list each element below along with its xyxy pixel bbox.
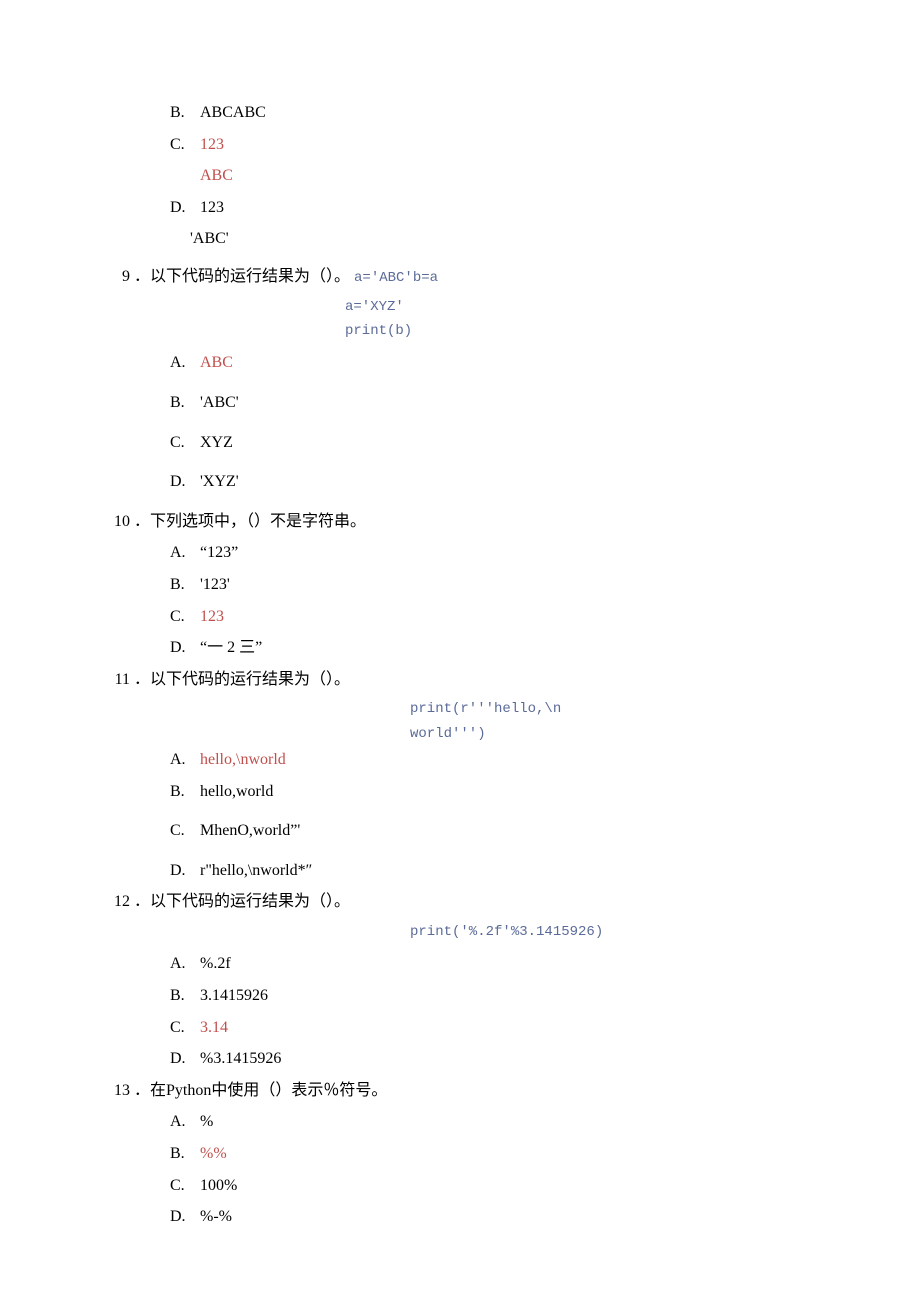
question-number: 10 [90, 509, 130, 535]
q11: 11 ．以下代码的运行结果为（）。 [90, 667, 830, 693]
q13-option-c: C. 100% [170, 1173, 830, 1199]
stem-text: ．以下代码的运行结果为（）。 [134, 264, 350, 290]
option-letter: C. [170, 818, 200, 844]
option-letter: B. [170, 100, 200, 126]
q13-option-d: D. %-% [170, 1204, 830, 1230]
option-text: 3.14 [200, 1015, 830, 1041]
q12-option-a: A. %.2f [170, 951, 830, 977]
q11-option-b: B. hello,world [170, 779, 830, 805]
option-letter: C. [170, 132, 200, 158]
q13-option-b: B. %% [170, 1141, 830, 1167]
option-text: XYZ [200, 430, 830, 456]
q10-option-d: D. “一 2 三” [170, 635, 830, 661]
q9: 9 ．以下代码的运行结果为（）。 a='ABC'b=a [90, 264, 830, 290]
option-letter: A. [170, 1109, 200, 1135]
q9-option-a: A. ABC [170, 350, 830, 376]
option-text: 123 [200, 604, 830, 630]
option-letter: A. [170, 747, 200, 773]
question-number: 9 [90, 264, 130, 290]
q13-option-a: A. % [170, 1109, 830, 1135]
option-text: “123” [200, 540, 830, 566]
option-letter: D. [170, 635, 200, 661]
option-letter: B. [170, 572, 200, 598]
option-letter: C. [170, 1173, 200, 1199]
q11-option-a: A. hello,\nworld [170, 747, 830, 773]
q12-code-line1: print('%.2f'%3.1415926) [410, 921, 830, 943]
question-number: 11 [90, 667, 130, 693]
option-text: ABCABC [200, 100, 830, 126]
question-stem: ．以下代码的运行结果为（）。 [134, 667, 830, 693]
q8-option-d-line2: 'ABC' [190, 226, 830, 252]
q8-option-b: B. ABCABC [170, 100, 830, 126]
question-stem: ．以下代码的运行结果为（）。 a='ABC'b=a [134, 264, 830, 290]
q12: 12 ．以下代码的运行结果为（）。 [90, 889, 830, 915]
q10-option-a: A. “123” [170, 540, 830, 566]
question-stem: ．在Python中使用（）表示％符号。 [134, 1078, 830, 1104]
q12-option-b: B. 3.1415926 [170, 983, 830, 1009]
option-text: %-% [200, 1204, 830, 1230]
option-letter: D. [170, 469, 200, 495]
option-text: ABC [200, 350, 830, 376]
option-text: 123 [200, 195, 830, 221]
option-text: hello,world [200, 779, 830, 805]
q12-option-c: C. 3.14 [170, 1015, 830, 1041]
option-letter: D. [170, 1046, 200, 1072]
option-letter: D. [170, 195, 200, 221]
question-stem: ．下列选项中，（）不是字符串。 [134, 509, 830, 535]
option-text: 'XYZ' [200, 469, 830, 495]
q8-option-c-line2: ABC [200, 163, 830, 189]
code-inline: a='ABC'b=a [354, 267, 438, 289]
q9-code-line2: a='XYZ' [345, 296, 830, 318]
option-letter: D. [170, 1204, 200, 1230]
q10-option-b: B. '123' [170, 572, 830, 598]
question-stem: ．以下代码的运行结果为（）。 [134, 889, 830, 915]
document-page: B. ABCABC C. 123 ABC D. 123 'ABC' 9 ．以下代… [0, 0, 920, 1316]
option-letter: A. [170, 951, 200, 977]
option-letter: C. [170, 604, 200, 630]
q11-code-line1: print(r'''hello,\n [410, 698, 830, 720]
option-text: 3.1415926 [200, 983, 830, 1009]
option-text: hello,\nworld [200, 747, 830, 773]
q9-option-c: C. XYZ [170, 430, 830, 456]
option-text: “一 2 三” [200, 635, 830, 661]
option-letter: B. [170, 390, 200, 416]
option-text: %3.1415926 [200, 1046, 830, 1072]
option-text: MhenO,world”' [200, 818, 830, 844]
question-number: 12 [90, 889, 130, 915]
q8-option-c: C. 123 [170, 132, 830, 158]
q11-code-line2: world''') [410, 723, 830, 745]
q9-code-line3: print(b) [345, 320, 830, 342]
option-text: 100% [200, 1173, 830, 1199]
option-letter: D. [170, 858, 200, 884]
q10: 10 ．下列选项中，（）不是字符串。 [90, 509, 830, 535]
q9-option-b: B. 'ABC' [170, 390, 830, 416]
option-letter: C. [170, 430, 200, 456]
option-text: '123' [200, 572, 830, 598]
option-text: 'ABC' [200, 390, 830, 416]
option-text: % [200, 1109, 830, 1135]
q12-option-d: D. %3.1415926 [170, 1046, 830, 1072]
option-text: %% [200, 1141, 830, 1167]
option-text: %.2f [200, 951, 830, 977]
option-letter: A. [170, 350, 200, 376]
q10-option-c: C. 123 [170, 604, 830, 630]
q8-option-d: D. 123 [170, 195, 830, 221]
option-text: 123 [200, 132, 830, 158]
option-letter: C. [170, 1015, 200, 1041]
option-letter: B. [170, 779, 200, 805]
q11-option-d: D. r"hello,\nworld*″ [170, 858, 830, 884]
option-letter: B. [170, 1141, 200, 1167]
q13: 13 ．在Python中使用（）表示％符号。 [90, 1078, 830, 1104]
option-letter: A. [170, 540, 200, 566]
option-text: r"hello,\nworld*″ [200, 858, 830, 884]
question-number: 13 [90, 1078, 130, 1104]
q11-option-c: C. MhenO,world”' [170, 818, 830, 844]
option-letter: B. [170, 983, 200, 1009]
q9-option-d: D. 'XYZ' [170, 469, 830, 495]
